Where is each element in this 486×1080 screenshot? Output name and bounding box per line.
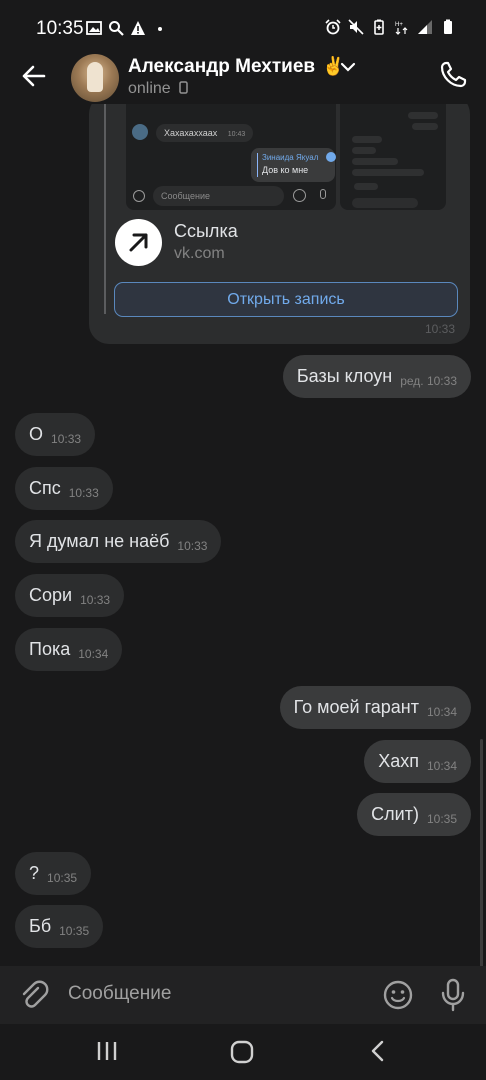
paperclip-icon[interactable] — [18, 979, 50, 1011]
warning-icon — [131, 21, 145, 35]
chat-header: Александр Мехтиев ✌ online — [0, 52, 486, 104]
thumb-line — [408, 112, 438, 119]
arrow-up-right-icon — [129, 233, 148, 252]
message-time: 10:33 — [68, 485, 99, 500]
mobile-phone-icon — [179, 81, 188, 94]
alarm-icon — [325, 19, 341, 35]
forward-indicator-bar — [104, 104, 106, 314]
thumb-plus-icon — [133, 190, 145, 202]
message-time: 10:35 — [47, 870, 78, 885]
thumb-unread-badge — [326, 152, 336, 162]
online-status-text: online — [128, 80, 171, 97]
contact-name-block[interactable]: Александр Мехтиев ✌ — [128, 56, 345, 78]
mute-icon — [348, 19, 364, 35]
nav-back-icon[interactable] — [368, 1039, 388, 1063]
message-text: Пока — [29, 639, 71, 659]
message-time: 10:35 — [426, 811, 457, 826]
message-bubble-incoming[interactable]: Бб 10:35 — [15, 905, 104, 948]
message-time: 10:34 — [426, 758, 457, 773]
network-icon: H+ — [395, 22, 408, 35]
message-time: 10:34 — [78, 646, 109, 661]
search-icon — [109, 21, 124, 36]
status-bar: 10:35 H+ — [0, 0, 486, 52]
message-list[interactable]: Хахахаххаах 10:43 Зинаида Якуал Дов ко м… — [0, 104, 486, 966]
message-time: 10:33 — [177, 538, 208, 553]
contact-name[interactable]: Александр Мехтиев — [128, 56, 315, 77]
message-input[interactable]: Сообщение — [68, 983, 171, 1005]
message-bubble-incoming[interactable]: О 10:33 — [15, 413, 96, 456]
contact-status: online — [128, 80, 188, 98]
home-icon[interactable] — [230, 1040, 254, 1064]
image-icon — [86, 21, 102, 35]
message-text: Го моей гарант — [293, 697, 419, 717]
message-bubble-outgoing[interactable]: Го моей гарант 10:34 — [279, 686, 471, 729]
thumb-incoming-message: Хахахаххаах 10:43 — [156, 124, 254, 142]
recent-apps-icon[interactable] — [95, 1040, 119, 1062]
open-post-button[interactable]: Открыть запись — [114, 282, 458, 317]
scrollbar[interactable] — [480, 739, 483, 966]
signal-icon — [418, 20, 432, 34]
message-bubble-incoming[interactable]: Спс 10:33 — [15, 467, 113, 510]
link-title[interactable]: Ссылка — [174, 221, 238, 242]
thumb-avatar — [132, 124, 148, 140]
battery-icon — [444, 19, 452, 34]
system-navigation-bar — [0, 1024, 486, 1080]
message-bubble-outgoing[interactable]: Слит) 10:35 — [357, 793, 471, 836]
microphone-icon[interactable] — [438, 978, 468, 1012]
smiley-icon[interactable] — [382, 979, 414, 1011]
message-text: О — [29, 424, 44, 444]
message-text: Сори — [29, 585, 73, 605]
status-time: 10:35 — [36, 18, 84, 39]
message-time: 10:35 — [59, 923, 90, 938]
thumb-mic-icon — [320, 189, 326, 199]
message-text: Спс — [29, 478, 61, 498]
thumb-line — [412, 123, 438, 130]
message-bubble-incoming[interactable]: Сори 10:33 — [15, 574, 125, 617]
chevron-down-icon[interactable] — [340, 60, 356, 74]
message-bubble-incoming[interactable]: Пока 10:34 — [15, 628, 123, 671]
thumb-reply-name: Зинаида Якуал — [262, 153, 319, 162]
dot-icon — [158, 27, 162, 31]
screenshot-thumbnail-2[interactable] — [340, 104, 446, 210]
message-text: Базы клоун — [296, 366, 393, 386]
message-bubble-outgoing[interactable]: Хахп 10:34 — [364, 740, 471, 783]
message-bubble-incoming[interactable]: Я думал не наёб 10:33 — [15, 520, 222, 563]
back-arrow-icon[interactable] — [16, 58, 52, 94]
avatar[interactable] — [71, 54, 119, 102]
thumb-message-time: 10:43 — [227, 131, 246, 138]
thumb-line — [352, 169, 424, 176]
message-time: 10:33 — [51, 431, 82, 446]
thumb-emoji-icon — [293, 189, 306, 202]
message-text: Бб — [29, 916, 52, 936]
thumb-line — [354, 183, 378, 190]
message-text: Хахп — [378, 751, 419, 771]
message-text: Я думал не наёб — [29, 531, 170, 551]
message-time: 10:34 — [426, 704, 457, 719]
svg-text:H+: H+ — [395, 22, 403, 28]
message-time: 10:33 — [80, 592, 111, 607]
message-text: Слит) — [371, 804, 419, 824]
link-domain: vk.com — [174, 245, 225, 262]
thumb-reply-text: Дов ко мне — [262, 165, 309, 175]
thumb-line — [352, 136, 382, 143]
message-time: ред. 10:33 — [400, 373, 457, 388]
phone-call-icon[interactable] — [438, 60, 468, 90]
thumb-reply-message: Зинаида Якуал Дов ко мне — [251, 148, 335, 182]
thumb-input-2 — [352, 198, 418, 208]
message-bubble-incoming[interactable]: ? 10:35 — [15, 852, 92, 895]
message-text: ? — [29, 863, 40, 883]
message-bubble-outgoing[interactable]: Базы клоун ред. 10:33 — [282, 355, 471, 398]
message-composer: Сообщение — [0, 966, 486, 1024]
card-time: 10:33 — [425, 322, 456, 336]
thumb-message-input: Сообщение — [153, 186, 284, 206]
battery-saver-icon — [374, 19, 384, 35]
thumb-line — [352, 158, 398, 165]
thumb-message-text: Хахахаххаах — [164, 128, 218, 138]
thumb-line — [352, 147, 376, 154]
link-icon[interactable] — [115, 219, 162, 266]
